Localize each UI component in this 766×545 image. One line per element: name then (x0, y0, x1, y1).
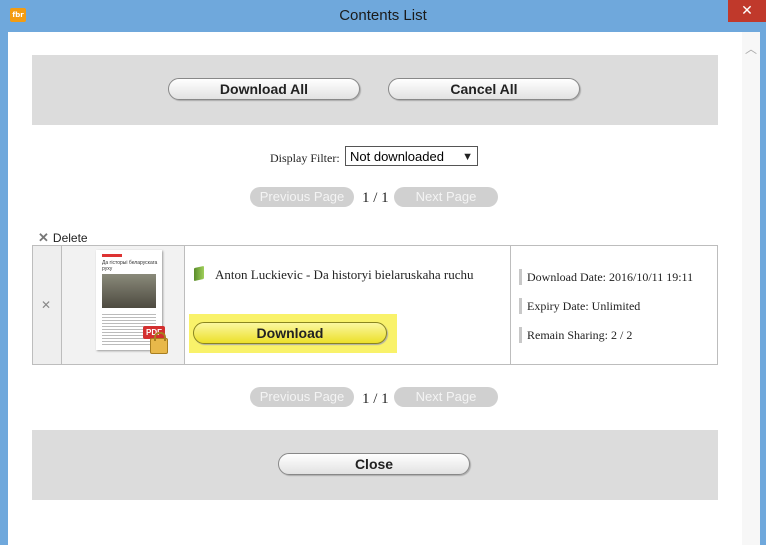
download-highlight: Download (189, 314, 397, 353)
previous-page-button-top[interactable]: Previous Page (250, 187, 354, 207)
cancel-all-button[interactable]: Cancel All (388, 78, 580, 100)
delete-link[interactable]: ✕ Delete (38, 230, 88, 246)
vertical-scrollbar[interactable]: ︿ (742, 32, 760, 545)
next-page-button-top[interactable]: Next Page (394, 187, 498, 207)
thumbnail-cell: Да гісторыі беларускага руху PDF (62, 246, 185, 364)
lock-icon (150, 332, 168, 354)
download-date: Download Date: 2016/10/11 19:11 (519, 269, 693, 285)
remain-sharing: Remain Sharing: 2 / 2 (519, 327, 632, 343)
window-close-button[interactable]: ✕ (728, 0, 766, 22)
row-delete-cell[interactable]: ✕ (33, 246, 62, 364)
title-cell: Anton Luckievic - Da historyi bielaruska… (185, 246, 511, 364)
display-filter-select[interactable]: Not downloaded ▼ (345, 146, 478, 166)
download-all-button[interactable]: Download All (168, 78, 360, 100)
display-filter-label: Display Filter: (270, 151, 340, 165)
bottom-action-panel: Close (32, 430, 718, 500)
window-title: Contents List (339, 7, 427, 24)
page-indicator-top: 1 / 1 (362, 190, 389, 206)
page-indicator-bottom: 1 / 1 (362, 391, 389, 407)
top-action-panel: Download All Cancel All (32, 55, 718, 125)
row-delete-icon[interactable]: ✕ (41, 298, 51, 312)
delete-icon: ✕ (38, 230, 49, 245)
display-filter-value: Not downloaded (350, 149, 444, 164)
download-button[interactable]: Download (193, 322, 387, 344)
previous-page-button-bottom[interactable]: Previous Page (250, 387, 354, 407)
meta-cell: Download Date: 2016/10/11 19:11 Expiry D… (511, 246, 717, 364)
chevron-down-icon: ▼ (462, 151, 473, 163)
expiry-date: Expiry Date: Unlimited (519, 298, 640, 314)
item-title: Anton Luckievic - Da historyi bielaruska… (215, 267, 474, 282)
title-bar: fbr Contents List ✕ (0, 0, 766, 32)
delete-label: Delete (52, 231, 88, 245)
close-button[interactable]: Close (278, 453, 470, 475)
dialog-content: ︿ Download All Cancel All Display Filter… (8, 32, 760, 545)
thumbnail-title: Да гісторыі беларускага руху (102, 260, 158, 272)
next-page-button-bottom[interactable]: Next Page (394, 387, 498, 407)
book-icon (194, 265, 204, 282)
scroll-up-icon[interactable]: ︿ (742, 40, 760, 56)
content-row: ✕ Да гісторыі беларускага руху PDF Anton… (32, 245, 718, 365)
